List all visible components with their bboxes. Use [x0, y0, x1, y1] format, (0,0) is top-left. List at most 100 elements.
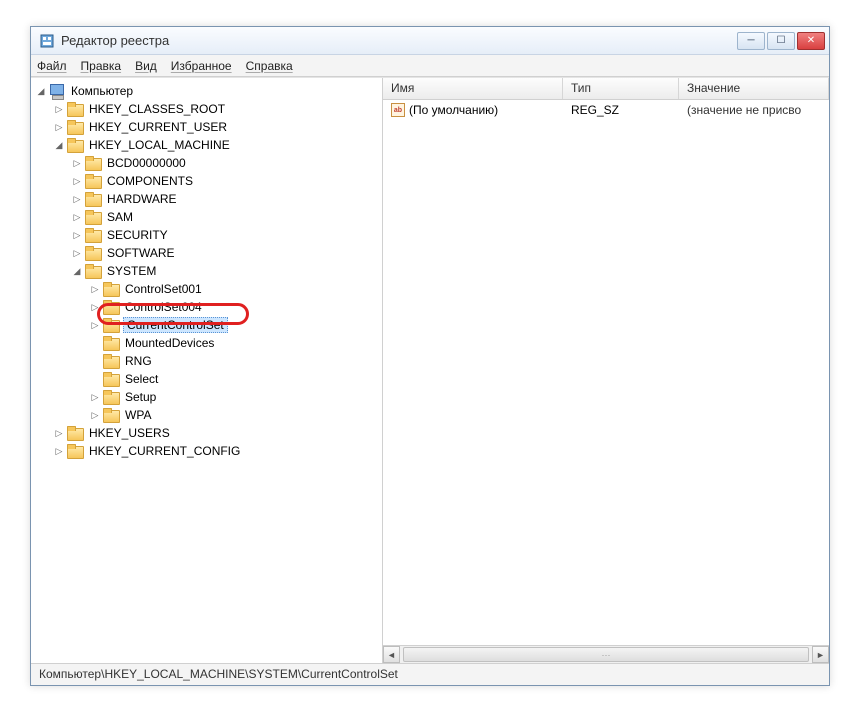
scroll-thumb[interactable]: ··· — [403, 647, 809, 662]
tree-label: SYSTEM — [105, 264, 158, 278]
expander-icon[interactable]: ▷ — [71, 157, 83, 169]
folder-icon — [85, 246, 101, 260]
expander-icon[interactable]: ▷ — [53, 427, 65, 439]
folder-icon — [103, 372, 119, 386]
folder-icon — [103, 408, 119, 422]
expander-icon[interactable]: ▷ — [71, 229, 83, 241]
tree-label: MountedDevices — [123, 336, 216, 350]
scroll-left-button[interactable]: ◄ — [383, 646, 400, 663]
close-button[interactable]: ✕ — [797, 32, 825, 50]
menu-favorites[interactable]: Избранное — [171, 59, 232, 73]
computer-icon — [49, 84, 65, 98]
tree-label: Setup — [123, 390, 158, 404]
tree-wpa[interactable]: ▷ WPA — [89, 406, 382, 424]
tree-bcd[interactable]: ▷ BCD00000000 — [71, 154, 382, 172]
expander-icon[interactable]: ▷ — [53, 121, 65, 133]
folder-icon — [67, 444, 83, 458]
tree-select[interactable]: ▷ Select — [89, 370, 382, 388]
values-list[interactable]: ab (По умолчанию) REG_SZ (значение не пр… — [383, 100, 829, 645]
maximize-button[interactable]: ☐ — [767, 32, 795, 50]
tree-pane[interactable]: ◢ Компьютер ▷ HKEY_CLASSES_ROOT ▷ — [31, 78, 383, 663]
tree-mounteddevices[interactable]: ▷ MountedDevices — [89, 334, 382, 352]
value-type: REG_SZ — [563, 103, 679, 117]
expander-icon[interactable]: ▷ — [71, 193, 83, 205]
expander-icon[interactable]: ▷ — [89, 409, 101, 421]
menu-file[interactable]: Файл — [37, 59, 67, 73]
tree-label: BCD00000000 — [105, 156, 188, 170]
folder-icon — [85, 192, 101, 206]
statusbar-path: Компьютер\HKEY_LOCAL_MACHINE\SYSTEM\Curr… — [39, 667, 398, 681]
expander-icon[interactable]: ▷ — [89, 319, 101, 331]
minimize-button[interactable]: ─ — [737, 32, 765, 50]
menu-view[interactable]: Вид — [135, 59, 157, 73]
app-icon — [39, 33, 55, 49]
expander-icon[interactable]: ◢ — [71, 265, 83, 277]
horizontal-scrollbar[interactable]: ◄ ··· ► — [383, 645, 829, 663]
menu-help[interactable]: Справка — [246, 59, 293, 73]
expander-icon[interactable]: ▷ — [53, 103, 65, 115]
folder-icon — [103, 390, 119, 404]
tree-label: HARDWARE — [105, 192, 179, 206]
folder-icon — [85, 174, 101, 188]
expander-icon[interactable]: ▷ — [71, 175, 83, 187]
titlebar[interactable]: Редактор реестра ─ ☐ ✕ — [31, 27, 829, 55]
column-header-value[interactable]: Значение — [679, 78, 829, 99]
tree-software[interactable]: ▷ SOFTWARE — [71, 244, 382, 262]
tree-sam[interactable]: ▷ SAM — [71, 208, 382, 226]
expander-icon[interactable]: ▷ — [89, 301, 101, 313]
tree-label: WPA — [123, 408, 153, 422]
tree-label: COMPONENTS — [105, 174, 195, 188]
folder-icon — [85, 210, 101, 224]
window-title: Редактор реестра — [61, 33, 737, 48]
tree-label: Select — [123, 372, 160, 386]
tree-rng[interactable]: ▷ RNG — [89, 352, 382, 370]
tree-security[interactable]: ▷ SECURITY — [71, 226, 382, 244]
tree-root-computer[interactable]: ◢ Компьютер — [35, 82, 382, 100]
tree-hkcr[interactable]: ▷ HKEY_CLASSES_ROOT — [53, 100, 382, 118]
tree-label: HKEY_CLASSES_ROOT — [87, 102, 227, 116]
tree-hku[interactable]: ▷ HKEY_USERS — [53, 424, 382, 442]
folder-icon — [103, 300, 119, 314]
registry-editor-window: Редактор реестра ─ ☐ ✕ Файл Правка Вид И… — [30, 26, 830, 686]
expander-icon[interactable]: ▷ — [53, 445, 65, 457]
tree-controlset004[interactable]: ▷ ControlSet004 — [89, 298, 382, 316]
tree-system[interactable]: ◢ SYSTEM — [71, 262, 382, 280]
tree-label: HKEY_USERS — [87, 426, 172, 440]
column-header-type[interactable]: Тип — [563, 78, 679, 99]
column-header-name[interactable]: Имя — [383, 78, 563, 99]
values-pane: Имя Тип Значение ab (По умолчанию) REG_S… — [383, 78, 829, 663]
value-row[interactable]: ab (По умолчанию) REG_SZ (значение не пр… — [383, 100, 829, 120]
tree-label: SAM — [105, 210, 135, 224]
tree-label: SOFTWARE — [105, 246, 177, 260]
content-area: ◢ Компьютер ▷ HKEY_CLASSES_ROOT ▷ — [31, 77, 829, 663]
tree-hkcu[interactable]: ▷ HKEY_CURRENT_USER — [53, 118, 382, 136]
folder-icon — [85, 156, 101, 170]
tree-components[interactable]: ▷ COMPONENTS — [71, 172, 382, 190]
menu-edit[interactable]: Правка — [81, 59, 122, 73]
expander-icon[interactable]: ◢ — [35, 85, 47, 97]
expander-icon[interactable]: ▷ — [71, 211, 83, 223]
tree-label: SECURITY — [105, 228, 170, 242]
window-controls: ─ ☐ ✕ — [737, 32, 825, 50]
expander-icon[interactable]: ▷ — [71, 247, 83, 259]
tree-hardware[interactable]: ▷ HARDWARE — [71, 190, 382, 208]
expander-icon[interactable]: ▷ — [89, 391, 101, 403]
folder-icon — [67, 138, 83, 152]
expander-icon[interactable]: ▷ — [89, 283, 101, 295]
tree-label: ControlSet004 — [123, 300, 204, 314]
folder-icon — [85, 228, 101, 242]
tree-label: RNG — [123, 354, 154, 368]
tree-label: CurrentControlSet — [123, 317, 228, 333]
value-name: (По умолчанию) — [409, 103, 498, 117]
tree-controlset001[interactable]: ▷ ControlSet001 — [89, 280, 382, 298]
tree-label: Компьютер — [69, 84, 135, 98]
tree-currentcontrolset[interactable]: ▷ CurrentControlSet — [89, 316, 382, 334]
tree-hkcc[interactable]: ▷ HKEY_CURRENT_CONFIG — [53, 442, 382, 460]
tree-setup[interactable]: ▷ Setup — [89, 388, 382, 406]
folder-icon — [67, 102, 83, 116]
scroll-right-button[interactable]: ► — [812, 646, 829, 663]
folder-icon — [67, 120, 83, 134]
expander-icon[interactable]: ◢ — [53, 139, 65, 151]
tree-hklm[interactable]: ◢ HKEY_LOCAL_MACHINE — [53, 136, 382, 154]
folder-icon — [103, 318, 119, 332]
